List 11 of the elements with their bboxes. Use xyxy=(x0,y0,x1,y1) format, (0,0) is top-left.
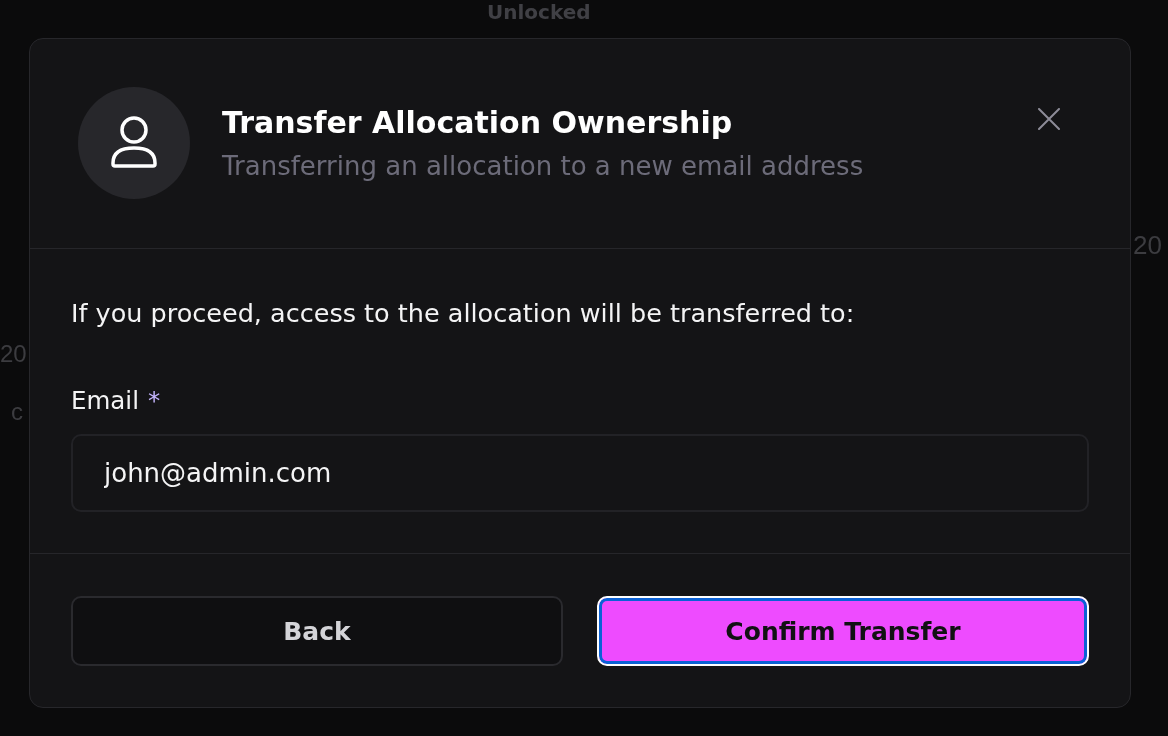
confirm-button[interactable]: Confirm Transfer xyxy=(597,596,1089,666)
required-mark: * xyxy=(148,386,161,416)
dialog-subtitle: Transferring an allocation to a new email address xyxy=(222,151,865,181)
email-input[interactable]: john@admin.com xyxy=(71,434,1089,512)
background-text: Unlocked xyxy=(487,0,591,24)
dialog-title: Transfer Allocation Ownership xyxy=(222,105,734,141)
back-button[interactable]: Back xyxy=(71,596,563,666)
message-text: If you proceed, access to the allocation will be transferred to: xyxy=(71,298,856,328)
close-icon xyxy=(1038,108,1060,130)
field-label: Email xyxy=(71,386,139,416)
user-icon xyxy=(78,87,190,199)
